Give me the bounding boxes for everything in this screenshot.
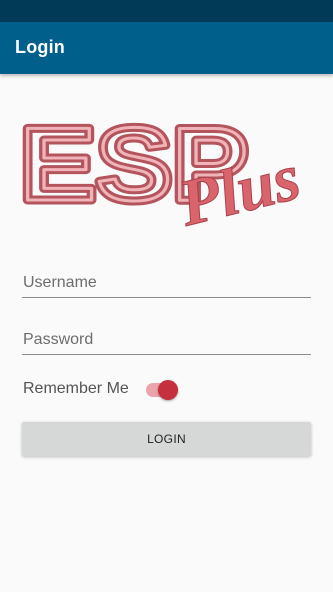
login-button[interactable]: LOGIN — [22, 422, 311, 456]
username-field[interactable] — [22, 272, 311, 298]
toggle-thumb — [158, 380, 178, 400]
remember-me-label: Remember Me — [23, 380, 129, 397]
password-field[interactable] — [22, 329, 311, 355]
esp-plus-logo: ESP ESP Plus — [16, 103, 314, 248]
remember-me-toggle[interactable] — [146, 379, 180, 401]
page-title: Login — [15, 37, 65, 57]
app-bar: Login — [0, 22, 333, 74]
status-bar — [0, 0, 333, 22]
